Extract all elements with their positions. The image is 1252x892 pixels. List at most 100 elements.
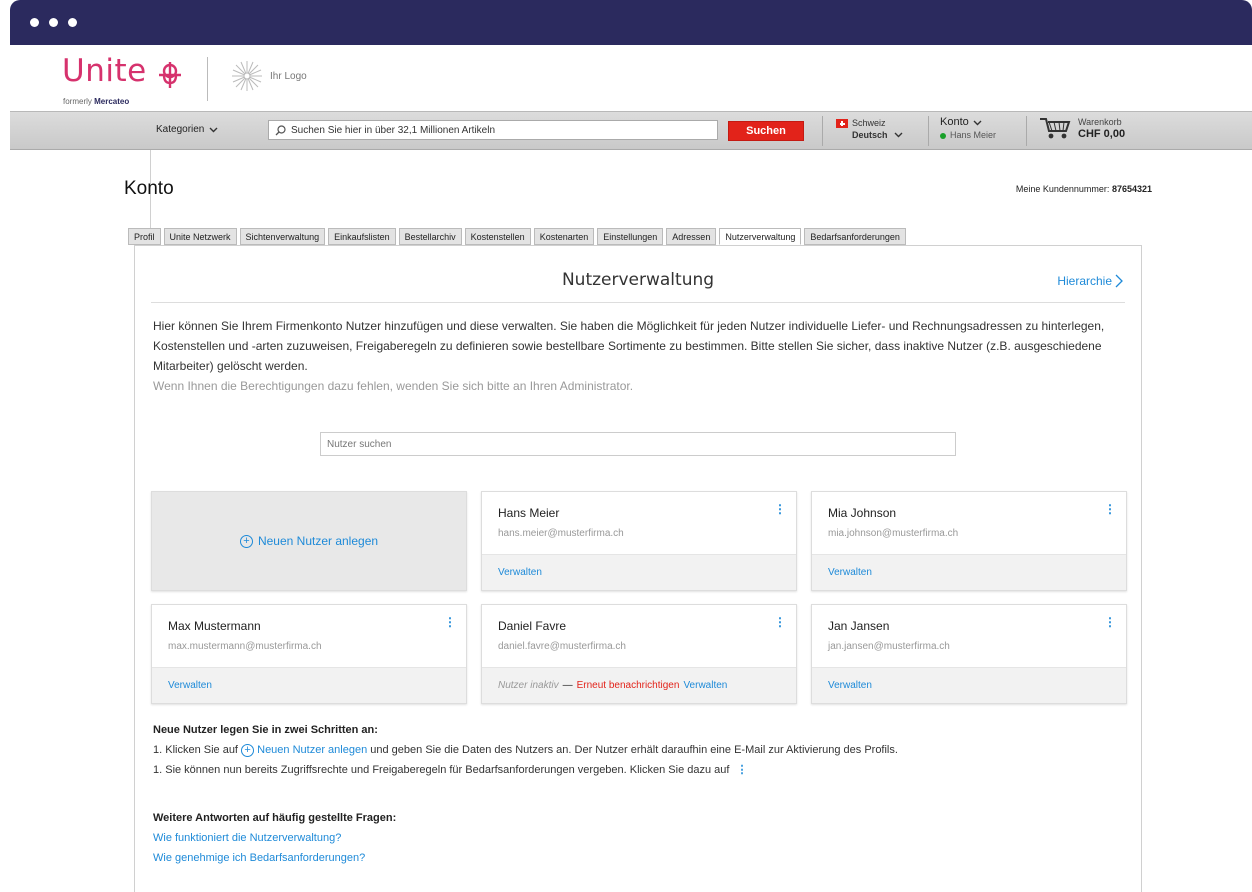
customer-number-label: Meine Kundennummer:	[1015, 184, 1110, 194]
user-card: Max Mustermann max.mustermann@musterfirm…	[151, 604, 467, 704]
manage-link[interactable]: Verwalten	[828, 567, 872, 578]
account-tabs: Profil Unite Netzwerk Sichtenverwaltung …	[128, 228, 906, 245]
account-user: Hans Meier	[950, 130, 997, 140]
nav-separator	[928, 116, 929, 146]
product-search-input[interactable]: Suchen Sie hier in über 32,1 Millionen A…	[268, 120, 718, 140]
customer-number: Meine Kundennummer: 87654321	[1016, 184, 1152, 194]
manage-link[interactable]: Verwalten	[828, 680, 872, 691]
new-user-label: Neuen Nutzer anlegen	[257, 534, 379, 548]
tab-kostenarten[interactable]: Kostenarten	[533, 228, 595, 245]
shopping-cart[interactable]: Warenkorb CHF 0,00	[1038, 116, 1125, 140]
user-email: mia.johnson@musterfirma.ch	[828, 528, 959, 539]
steps-section: Neue Nutzer legen Sie in zwei Schritten …	[153, 720, 898, 780]
inactive-status: Nutzer inaktiv	[498, 680, 559, 691]
tab-bedarfsanforderungen[interactable]: Bedarfsanforderungen	[804, 228, 906, 245]
nav-separator	[822, 116, 823, 146]
inactive-dash: —	[562, 680, 573, 691]
user-search-input[interactable]: Nutzer suchen	[320, 432, 956, 456]
cart-label: Warenkorb	[1078, 117, 1122, 127]
logo-bar: Unite formerly Mercateo Ihr Logo	[10, 45, 1252, 111]
sunburst-icon	[232, 61, 262, 91]
country-language-selector[interactable]: Schweiz Deutsch	[836, 117, 903, 141]
plus-circle-icon: +	[239, 534, 253, 548]
tab-profil[interactable]: Profil	[128, 228, 161, 245]
user-email: max.mustermann@musterfirma.ch	[168, 641, 322, 652]
manage-link[interactable]: Verwalten	[168, 680, 212, 691]
tab-einstellungen[interactable]: Einstellungen	[597, 228, 664, 245]
unite-logo[interactable]: Unite formerly Mercateo	[62, 53, 181, 106]
main-navbar: Kategorien Suchen Sie hier in über 32,1 …	[10, 111, 1252, 150]
card-footer: Verwalten	[152, 667, 466, 703]
search-button[interactable]: Suchen	[728, 121, 804, 141]
brand-sub-prefix: formerly	[63, 97, 92, 106]
tab-sichtenverwaltung[interactable]: Sichtenverwaltung	[239, 228, 326, 245]
language-label: Deutsch	[852, 130, 888, 140]
more-options-icon[interactable]: ⋮	[1104, 615, 1116, 629]
hierarchy-label: Hierarchie	[1057, 274, 1112, 288]
divider	[151, 302, 1125, 303]
account-menu[interactable]: Konto Hans Meier	[940, 116, 996, 142]
tab-einkaufslisten[interactable]: Einkaufslisten	[328, 228, 396, 245]
page-content: Konto Meine Kundennummer: 87654321 Profi…	[124, 150, 1252, 892]
categories-label: Kategorien	[156, 124, 205, 135]
chevron-down-icon	[894, 132, 903, 138]
plus-circle-icon: +	[241, 743, 255, 757]
more-options-icon[interactable]: ⋮	[774, 502, 786, 516]
renotify-link[interactable]: Erneut benachrichtigen	[577, 680, 680, 691]
faq-section: Weitere Antworten auf häufig gestellte F…	[153, 808, 396, 868]
cart-total: CHF 0,00	[1078, 128, 1126, 140]
card-footer: Verwalten	[812, 554, 1126, 590]
step-1-suffix: und geben Sie die Daten des Nutzers an. …	[370, 744, 898, 756]
window-titlebar	[10, 0, 1252, 45]
country-label: Schweiz	[852, 118, 886, 128]
user-name: Mia Johnson	[828, 506, 897, 520]
intro-paragraph: Hier können Sie Ihrem Firmenkonto Nutzer…	[153, 319, 1105, 373]
step-1-prefix: 1. Klicken Sie auf	[153, 744, 238, 756]
card-footer: Verwalten	[482, 554, 796, 590]
logo-divider	[207, 57, 208, 101]
nav-separator	[1026, 116, 1027, 146]
tab-bestellarchiv[interactable]: Bestellarchiv	[398, 228, 462, 245]
search-placeholder: Suchen Sie hier in über 32,1 Millionen A…	[291, 124, 496, 136]
online-status-icon	[940, 132, 946, 139]
steps-heading: Neue Nutzer legen Sie in zwei Schritten …	[153, 724, 378, 736]
more-options-icon[interactable]: ⋮	[444, 615, 456, 629]
user-management-panel: Nutzerverwaltung Hierarchie Hier können …	[134, 245, 1142, 892]
user-card: Daniel Favre daniel.favre@musterfirma.ch…	[481, 604, 797, 704]
new-user-card[interactable]: + Neuen Nutzer anlegen	[151, 491, 467, 591]
customer-number-value: 87654321	[1111, 184, 1152, 194]
search-icon	[275, 124, 286, 135]
user-email: hans.meier@musterfirma.ch	[498, 528, 624, 539]
intro-note: Wenn Ihnen die Berechtigungen dazu fehle…	[153, 379, 634, 393]
brand-sub-name: Mercateo	[94, 97, 130, 106]
brand-subtitle: formerly Mercateo	[63, 97, 129, 106]
user-name: Jan Jansen	[828, 619, 890, 633]
user-card: Hans Meier hans.meier@musterfirma.ch ⋮ V…	[481, 491, 797, 591]
faq-heading: Weitere Antworten auf häufig gestellte F…	[153, 812, 397, 824]
categories-dropdown[interactable]: Kategorien	[156, 124, 218, 135]
manage-link[interactable]: Verwalten	[683, 680, 727, 691]
more-options-icon[interactable]: ⋮	[774, 615, 786, 629]
browser-window: Unite formerly Mercateo Ihr Logo Kategor…	[10, 0, 1252, 892]
tab-unite-netzwerk[interactable]: Unite Netzwerk	[163, 228, 237, 245]
chevron-down-icon	[973, 120, 982, 125]
panel-title: Nutzerverwaltung	[561, 270, 715, 290]
chevron-down-icon	[209, 127, 218, 132]
window-dot[interactable]	[49, 18, 58, 27]
tab-kostenstellen[interactable]: Kostenstellen	[464, 228, 531, 245]
hierarchy-link[interactable]: Hierarchie	[1057, 274, 1123, 288]
faq-link[interactable]: Wie funktioniert die Nutzerverwaltung?	[153, 828, 396, 848]
new-user-inline-link[interactable]: Neuen Nutzer anlegen	[257, 744, 367, 756]
window-dot[interactable]	[68, 18, 77, 27]
window-dot[interactable]	[30, 18, 39, 27]
faq-link[interactable]: Wie genehmige ich Bedarfsanforderungen?	[153, 848, 396, 868]
user-name: Daniel Favre	[498, 619, 567, 633]
brand-name: Unite	[62, 53, 147, 89]
more-options-icon[interactable]: ⋮	[1104, 502, 1116, 516]
step-2: 1. Sie können nun bereits Zugriffsrechte…	[153, 760, 898, 780]
intro-text: Hier können Sie Ihrem Firmenkonto Nutzer…	[153, 316, 1133, 396]
more-options-icon: ⋮	[736, 764, 748, 776]
tab-adressen[interactable]: Adressen	[666, 228, 717, 245]
tab-nutzerverwaltung[interactable]: Nutzerverwaltung	[719, 228, 802, 245]
manage-link[interactable]: Verwalten	[498, 567, 542, 578]
